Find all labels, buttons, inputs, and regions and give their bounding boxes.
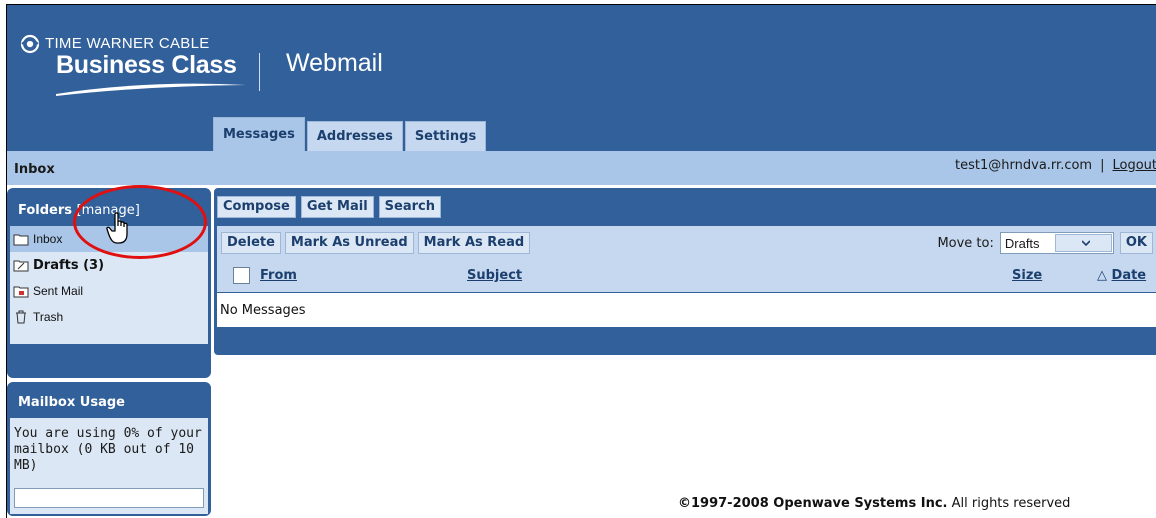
highlight-circle	[73, 185, 207, 259]
main-tabs: Messages Addresses Settings	[213, 117, 487, 152]
inbox-bar: Inbox test1@hrndva.rr.com | Logout	[7, 151, 1156, 185]
chevron-down-icon	[1055, 234, 1112, 252]
copyright-text: ©1997-2008 Openwave Systems Inc.	[678, 496, 948, 511]
folder-label: Drafts (3)	[33, 257, 105, 273]
ok-button[interactable]: OK	[1119, 232, 1153, 254]
size-column-header[interactable]: Size	[1012, 268, 1042, 283]
subject-column-header[interactable]: Subject	[467, 268, 522, 283]
trash-icon	[16, 310, 26, 324]
actions-toolbar: Delete Mark As Unread Mark As Read Move …	[217, 226, 1156, 260]
eye-logo-icon	[20, 34, 40, 54]
folder-drafts[interactable]: Drafts (3)	[10, 252, 208, 278]
tab-settings[interactable]: Settings	[404, 121, 487, 152]
folder-sent-mail[interactable]: Sent Mail	[10, 278, 208, 304]
search-button[interactable]: Search	[378, 196, 441, 218]
sent-folder-icon	[13, 286, 29, 297]
from-column-header[interactable]: From	[260, 268, 297, 283]
brand-swoosh-icon	[56, 83, 246, 96]
message-list-panel: Compose Get Mail Search Delete Mark As U…	[214, 188, 1156, 355]
folder-label: Sent Mail	[33, 284, 84, 298]
footer: ©1997-2008 Openwave Systems Inc. All rig…	[678, 496, 1070, 511]
folder-label: Trash	[33, 310, 64, 324]
date-column-header[interactable]: △ Date	[1097, 268, 1146, 283]
move-to-label: Move to:	[937, 235, 994, 251]
mailbox-usage-bar	[14, 488, 204, 508]
mailbox-usage-panel: Mailbox Usage You are using 0% of your m…	[7, 382, 211, 516]
page-title: Inbox	[14, 162, 55, 177]
move-to-select[interactable]: Drafts	[999, 232, 1114, 254]
hand-pointer-icon	[106, 212, 128, 244]
folder-icon	[13, 234, 29, 245]
select-all-checkbox[interactable]	[233, 267, 250, 284]
mark-read-button[interactable]: Mark As Read	[417, 232, 531, 254]
drafts-folder-icon	[13, 260, 29, 271]
mailbox-usage-text: You are using 0% of your mailbox (0 KB o…	[14, 426, 202, 473]
get-mail-button[interactable]: Get Mail	[300, 196, 374, 218]
user-email: test1@hrndva.rr.com	[955, 158, 1093, 173]
tab-addresses[interactable]: Addresses	[306, 121, 403, 152]
message-table-header: From Subject Size △ Date	[217, 260, 1156, 292]
mailbox-usage-title: Mailbox Usage	[18, 395, 125, 410]
folders-title: Folders	[18, 203, 73, 218]
brand-line2: Business Class	[56, 51, 237, 79]
brand-divider	[259, 53, 260, 91]
header: TIME WARNER CABLE Business Class Webmail…	[7, 5, 1156, 152]
sort-ascending-icon: △	[1097, 268, 1107, 283]
mailbox-usage-body: You are using 0% of your mailbox (0 KB o…	[10, 418, 208, 514]
logout-link[interactable]: Logout	[1112, 158, 1156, 173]
user-info: test1@hrndva.rr.com | Logout	[955, 158, 1156, 173]
user-info-separator: |	[1100, 158, 1105, 173]
app-title: Webmail	[286, 49, 383, 77]
empty-message: No Messages	[220, 303, 306, 318]
move-to-value: Drafts	[1004, 235, 1040, 251]
folder-trash[interactable]: Trash	[10, 304, 208, 330]
rights-text: All rights reserved	[951, 496, 1071, 511]
mark-unread-button[interactable]: Mark As Unread	[284, 232, 414, 254]
brand-line1: TIME WARNER CABLE	[45, 35, 210, 52]
tab-messages[interactable]: Messages	[213, 117, 305, 152]
message-table-body: No Messages	[217, 293, 1156, 327]
compose-button[interactable]: Compose	[217, 196, 296, 218]
mail-toolbar: Compose Get Mail Search	[217, 196, 441, 218]
delete-button[interactable]: Delete	[221, 232, 281, 254]
webmail-window: TIME WARNER CABLE Business Class Webmail…	[6, 4, 1156, 518]
folder-label: Inbox	[33, 232, 63, 246]
date-column-label: Date	[1111, 268, 1147, 283]
